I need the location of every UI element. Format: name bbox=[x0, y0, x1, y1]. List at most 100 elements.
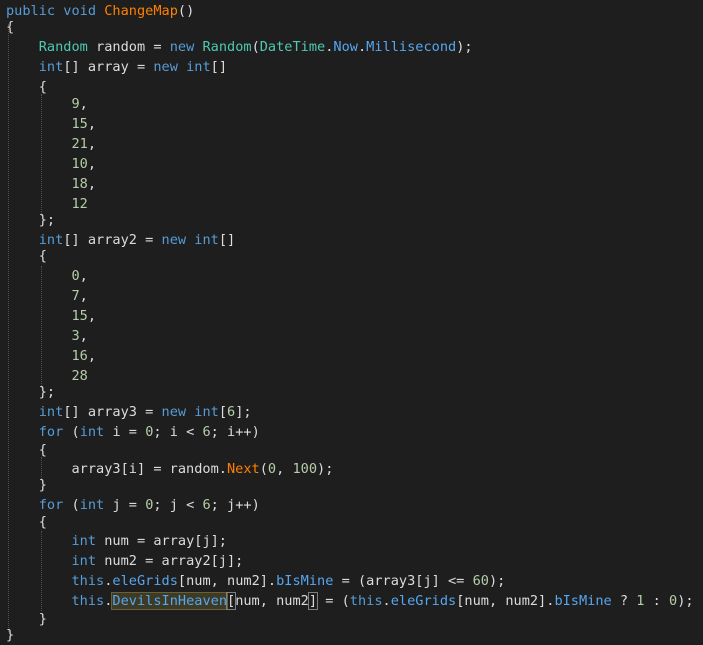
code-token: = (array3[j] <= bbox=[333, 573, 473, 589]
code-token: this bbox=[349, 593, 383, 609]
code-line[interactable]: } bbox=[6, 625, 14, 645]
code-token: this bbox=[71, 573, 105, 589]
code-token: . bbox=[357, 39, 367, 55]
code-token: 9 bbox=[71, 96, 80, 112]
code-token: }; bbox=[6, 384, 56, 400]
code-token: Random bbox=[38, 39, 88, 55]
code-token: , bbox=[87, 308, 97, 324]
code-token: ChangeMap bbox=[104, 3, 178, 19]
code-token: : bbox=[644, 593, 670, 609]
code-token: eleGrids bbox=[390, 593, 457, 609]
code-line[interactable]: 3, bbox=[6, 326, 87, 346]
code-token: [] array3 = bbox=[63, 404, 162, 420]
code-line[interactable]: 9, bbox=[6, 94, 88, 114]
code-token: { bbox=[6, 79, 47, 95]
code-token: int bbox=[38, 404, 64, 420]
code-token: } bbox=[6, 477, 47, 493]
code-token: 21 bbox=[71, 136, 88, 152]
code-token: int bbox=[79, 424, 113, 440]
code-token: 7 bbox=[71, 288, 80, 304]
code-line[interactable]: 16, bbox=[6, 346, 96, 366]
code-line[interactable]: int num = array[j]; bbox=[6, 531, 227, 551]
code-line[interactable]: { bbox=[6, 246, 47, 266]
code-token: [] array2 = bbox=[63, 232, 162, 248]
code-token: 16 bbox=[71, 348, 88, 364]
code-token: [ bbox=[225, 592, 237, 610]
code-line[interactable]: 10, bbox=[6, 154, 96, 174]
code-token: 18 bbox=[71, 176, 88, 192]
code-token: 0 bbox=[71, 268, 80, 284]
code-token: , bbox=[87, 116, 97, 132]
code-token: 0 bbox=[669, 593, 678, 609]
code-token: int bbox=[71, 533, 105, 549]
code-line[interactable]: this.DevilsInHeaven[num, num2] = (this.e… bbox=[6, 591, 694, 611]
code-token: ( bbox=[71, 497, 80, 513]
code-line[interactable]: public void ChangeMap() bbox=[6, 1, 194, 21]
code-token: [num, num2]. bbox=[177, 573, 277, 589]
code-token: random = bbox=[87, 39, 170, 55]
code-token: 0 bbox=[267, 461, 277, 477]
code-token: new bbox=[161, 404, 195, 420]
code-token: DateTime bbox=[259, 39, 326, 55]
code-line[interactable]: { bbox=[6, 17, 14, 37]
code-token: new bbox=[161, 232, 195, 248]
code-token: { bbox=[6, 514, 47, 530]
code-line[interactable]: int num2 = array2[j]; bbox=[6, 551, 243, 571]
code-token: { bbox=[6, 248, 47, 264]
code-token: new bbox=[169, 39, 203, 55]
code-editor[interactable]: public void ChangeMap(){ Random random =… bbox=[0, 0, 703, 643]
code-line[interactable]: }; bbox=[6, 210, 55, 230]
code-token: ( bbox=[259, 461, 268, 477]
code-token: ( bbox=[71, 424, 80, 440]
code-line[interactable]: }; bbox=[6, 382, 55, 402]
code-token: Random bbox=[202, 39, 252, 55]
code-line[interactable]: 18, bbox=[6, 174, 96, 194]
code-line[interactable]: 15, bbox=[6, 306, 96, 326]
code-token: [num, num2]. bbox=[456, 593, 555, 609]
code-token: , bbox=[87, 156, 97, 172]
code-token: int bbox=[194, 404, 219, 420]
code-token: , bbox=[87, 136, 97, 152]
code-line[interactable]: Random random = new Random(DateTime.Now.… bbox=[6, 37, 473, 57]
code-token: [] bbox=[210, 59, 228, 75]
code-line[interactable]: 7, bbox=[6, 286, 88, 306]
code-line[interactable]: int[] array = new int[] bbox=[6, 57, 227, 77]
code-line[interactable]: this.eleGrids[num, num2].bIsMine = (arra… bbox=[6, 571, 505, 591]
code-token: , bbox=[79, 96, 88, 112]
code-token: eleGrids bbox=[112, 573, 178, 589]
code-token: 6 bbox=[202, 424, 211, 440]
code-token: 10 bbox=[71, 156, 88, 172]
code-token: int bbox=[186, 59, 211, 75]
code-token: , bbox=[276, 461, 293, 477]
code-token: for bbox=[38, 497, 72, 513]
code-token: ); bbox=[677, 593, 694, 609]
code-line[interactable]: 21, bbox=[6, 134, 96, 154]
code-token: [] bbox=[218, 232, 236, 248]
code-line[interactable]: 15, bbox=[6, 114, 96, 134]
code-line[interactable]: { bbox=[6, 440, 47, 460]
code-line[interactable]: { bbox=[6, 512, 47, 532]
code-line[interactable]: 0, bbox=[6, 266, 88, 286]
code-token: , bbox=[79, 268, 88, 284]
code-token: num, num2 bbox=[235, 593, 309, 609]
code-token: bIsMine bbox=[276, 573, 334, 589]
code-line[interactable]: array3[i] = random.Next(0, 100); bbox=[6, 459, 333, 479]
code-line[interactable]: int[] array3 = new int[6]; bbox=[6, 402, 252, 422]
code-token: , bbox=[79, 288, 88, 304]
code-line[interactable]: for (int i = 0; i < 6; i++) bbox=[6, 422, 260, 442]
code-line[interactable]: } bbox=[6, 475, 47, 495]
code-token: void bbox=[63, 3, 105, 19]
code-token: ? bbox=[611, 593, 637, 609]
